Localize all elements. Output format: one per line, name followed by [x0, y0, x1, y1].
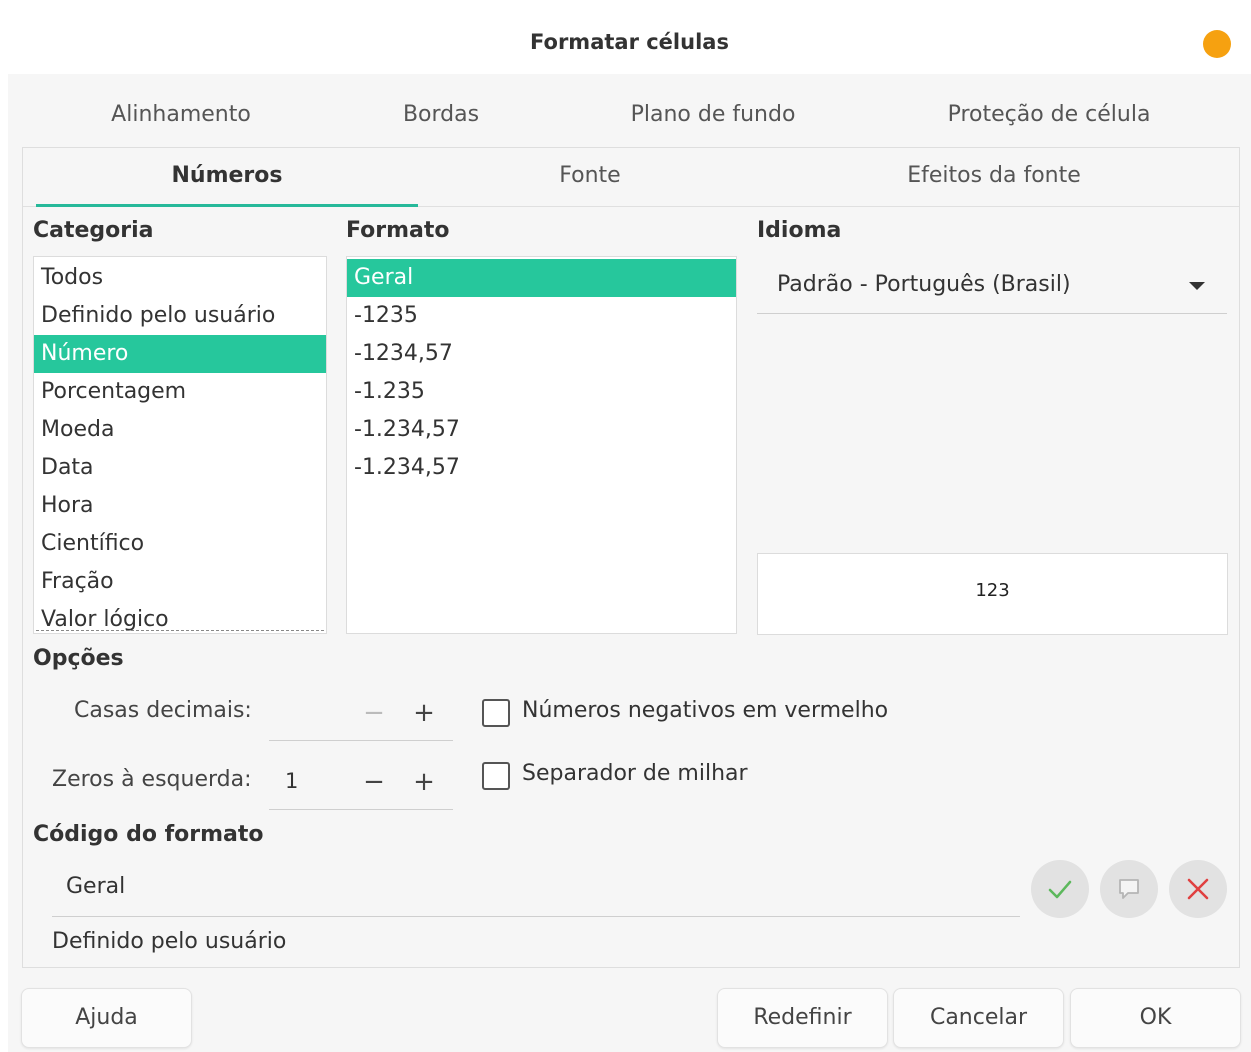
- decimal-places-spinner[interactable]: − +: [269, 688, 453, 741]
- delete-icon: [1187, 878, 1209, 900]
- category-item-valor-logico[interactable]: Valor lógico: [34, 601, 326, 639]
- close-button[interactable]: [1203, 30, 1231, 58]
- chevron-down-icon: [1189, 282, 1205, 290]
- reset-button[interactable]: Redefinir: [717, 988, 888, 1048]
- tab-fonte[interactable]: Fonte: [559, 163, 620, 188]
- cancel-button[interactable]: Cancelar: [893, 988, 1064, 1048]
- plus-icon[interactable]: +: [407, 696, 441, 730]
- leading-zeros-value[interactable]: 1: [285, 769, 298, 793]
- delete-format-button[interactable]: [1169, 860, 1227, 918]
- category-label: Categoria: [33, 218, 154, 243]
- format-preview: 123: [757, 553, 1228, 635]
- tab-bordas[interactable]: Bordas: [403, 102, 479, 127]
- tab-alinhamento[interactable]: Alinhamento: [111, 102, 251, 127]
- format-item-geral[interactable]: Geral: [347, 259, 736, 297]
- format-item[interactable]: -1235: [347, 297, 736, 335]
- format-code-input[interactable]: Geral: [52, 862, 1020, 917]
- minus-icon[interactable]: −: [357, 765, 391, 799]
- tab-numeros[interactable]: Números: [172, 163, 283, 188]
- format-item[interactable]: -1.234,57: [347, 411, 736, 449]
- category-item-cientifico[interactable]: Científico: [34, 525, 326, 563]
- thousands-separator-label: Separador de milhar: [522, 761, 748, 786]
- category-item-numero[interactable]: Número: [34, 335, 326, 373]
- category-item-hora[interactable]: Hora: [34, 487, 326, 525]
- category-item-moeda[interactable]: Moeda: [34, 411, 326, 449]
- category-item-data[interactable]: Data: [34, 449, 326, 487]
- plus-icon[interactable]: +: [407, 765, 441, 799]
- language-label: Idioma: [757, 218, 842, 243]
- ok-button[interactable]: OK: [1070, 988, 1241, 1048]
- comment-icon: [1119, 879, 1139, 899]
- category-item-definido[interactable]: Definido pelo usuário: [34, 297, 326, 335]
- active-tab-indicator: [36, 204, 418, 207]
- decimal-places-label: Casas decimais:: [74, 698, 252, 723]
- format-label: Formato: [346, 218, 450, 243]
- leading-zeros-spinner[interactable]: 1 − +: [269, 757, 453, 810]
- tab-efeitos-da-fonte[interactable]: Efeitos da fonte: [907, 163, 1081, 188]
- category-item-fracao[interactable]: Fração: [34, 563, 326, 601]
- help-button[interactable]: Ajuda: [21, 988, 192, 1048]
- minus-icon[interactable]: −: [357, 696, 391, 730]
- thousands-separator-checkbox[interactable]: [482, 762, 510, 790]
- options-label: Opções: [33, 646, 124, 671]
- format-item[interactable]: -1234,57: [347, 335, 736, 373]
- category-item-porcentagem[interactable]: Porcentagem: [34, 373, 326, 411]
- language-dropdown[interactable]: Padrão - Português (Brasil): [757, 260, 1227, 314]
- negative-red-checkbox[interactable]: [482, 699, 510, 727]
- add-format-button[interactable]: [1031, 860, 1089, 918]
- format-item[interactable]: -1.234,57: [347, 449, 736, 487]
- format-code-label: Código do formato: [33, 822, 264, 847]
- list-scroll-boundary: [36, 630, 324, 631]
- negative-red-label: Números negativos em vermelho: [522, 698, 889, 723]
- category-list[interactable]: Todos Definido pelo usuário Número Porce…: [33, 256, 327, 634]
- title-bar: Formatar células: [8, 0, 1251, 74]
- tab-protecao-celula[interactable]: Proteção de célula: [948, 102, 1151, 127]
- dialog-title: Formatar células: [530, 30, 729, 54]
- leading-zeros-label: Zeros à esquerda:: [52, 767, 252, 792]
- format-item[interactable]: -1.235: [347, 373, 736, 411]
- tab-plano-de-fundo[interactable]: Plano de fundo: [631, 102, 796, 127]
- check-icon: [1048, 880, 1072, 899]
- category-item-todos[interactable]: Todos: [34, 259, 326, 297]
- format-list[interactable]: Geral -1235 -1234,57 -1.235 -1.234,57 -1…: [346, 256, 737, 634]
- preview-text: 123: [975, 580, 1010, 601]
- format-code-value[interactable]: Geral: [66, 874, 125, 899]
- edit-comment-button[interactable]: [1100, 860, 1158, 918]
- language-value: Padrão - Português (Brasil): [777, 272, 1071, 297]
- format-code-description: Definido pelo usuário: [52, 929, 287, 954]
